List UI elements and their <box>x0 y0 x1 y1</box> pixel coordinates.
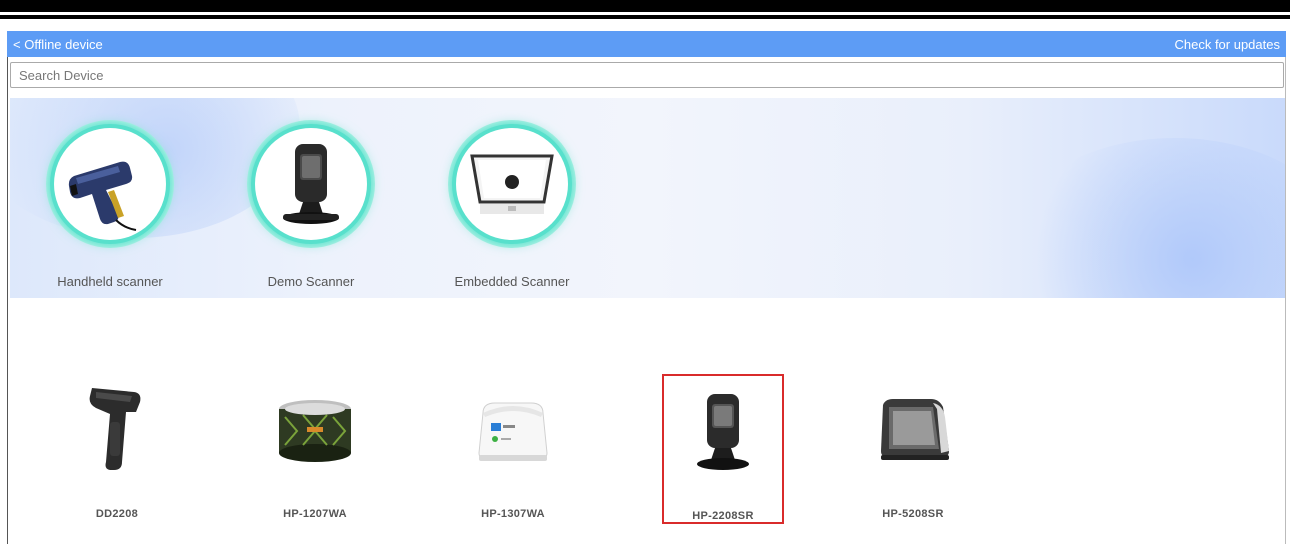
back-offline-device-link[interactable]: < Offline device <box>13 37 103 52</box>
product-card-hp-2208sr[interactable]: HP-2208SR <box>662 374 784 524</box>
header-bar: < Offline device Check for updates <box>7 31 1286 57</box>
product-image-container <box>852 380 974 480</box>
product-image-container <box>56 380 178 480</box>
product-card-hp-1307wa[interactable]: HP-1307WA <box>452 374 574 524</box>
white-desktop-scanner-image <box>478 402 548 461</box>
search-device-input[interactable] <box>10 62 1284 88</box>
category-image-container <box>456 128 568 240</box>
category-handheld-scanner[interactable]: Handheld scanner <box>40 120 180 289</box>
presentation-scanner-image <box>697 394 749 470</box>
product-image-container <box>452 380 574 480</box>
product-card-hp-5208sr[interactable]: HP-5208SR <box>852 374 974 524</box>
product-image-container <box>664 382 782 482</box>
product-name: HP-5208SR <box>882 508 944 520</box>
category-label: Demo Scanner <box>267 274 355 289</box>
category-image-container <box>255 128 367 240</box>
category-banner: Handheld scanner Demo Scanner Embedded S… <box>10 98 1285 298</box>
category-image-container <box>54 128 166 240</box>
category-embedded-scanner[interactable]: Embedded Scanner <box>442 120 582 289</box>
handheld-scanner-image <box>89 388 141 470</box>
top-black-bar <box>0 0 1290 12</box>
category-demo-scanner[interactable]: Demo Scanner <box>241 120 381 289</box>
product-card-dd2208[interactable]: DD2208 <box>56 374 178 524</box>
category-label: Handheld scanner <box>57 274 163 289</box>
round-scanner-image <box>279 400 351 462</box>
product-image-container <box>254 380 376 480</box>
category-ring <box>46 120 174 248</box>
banner-decoration-right <box>1005 138 1285 298</box>
product-grid: DD2208 HP-1207WA HP-1307WA HP-2208SR HP-… <box>10 300 1280 544</box>
product-name: DD2208 <box>95 508 139 520</box>
category-ring <box>448 120 576 248</box>
box-scanner-image <box>881 399 949 460</box>
product-name: HP-2208SR <box>692 510 754 522</box>
category-ring <box>247 120 375 248</box>
top-black-bar-2 <box>0 15 1290 19</box>
embedded-scanner-image <box>470 154 554 214</box>
product-card-hp-1207wa[interactable]: HP-1207WA <box>254 374 376 524</box>
presentation-scanner-image <box>283 144 339 224</box>
product-name: HP-1207WA <box>283 508 347 520</box>
handheld-scanner-image <box>68 161 137 231</box>
category-label: Embedded Scanner <box>454 274 570 289</box>
check-for-updates-link[interactable]: Check for updates <box>1174 37 1280 52</box>
product-name: HP-1307WA <box>481 508 545 520</box>
